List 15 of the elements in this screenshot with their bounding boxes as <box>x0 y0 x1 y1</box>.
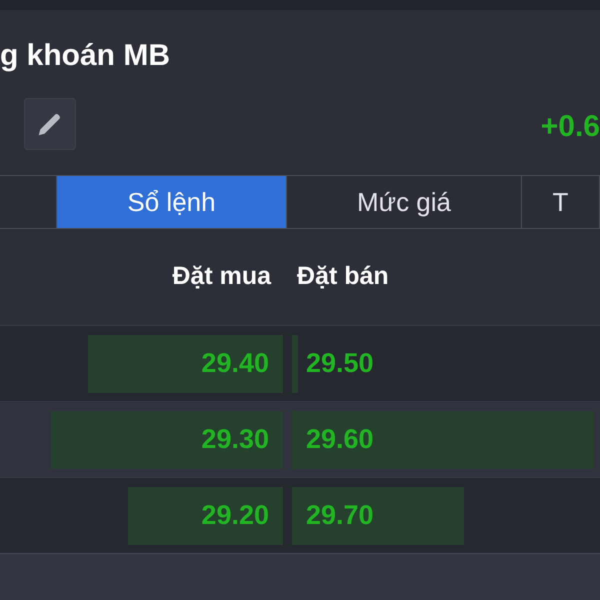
bid-price: 29.30 <box>201 423 269 456</box>
tab[interactable]: Sổ lệnh <box>57 176 287 228</box>
ask-price: 29.60 <box>306 423 374 456</box>
price-change: +0.6 <box>540 109 600 145</box>
ask-depth-bar <box>292 334 298 392</box>
bid-price: 29.20 <box>201 499 269 532</box>
tab[interactable]: T <box>522 176 600 228</box>
page-title: g khoán MB <box>0 38 170 74</box>
ask-price: 29.50 <box>306 347 374 380</box>
ask-price: 29.70 <box>306 499 374 532</box>
bid-price: 29.40 <box>201 347 269 380</box>
edit-button[interactable] <box>24 98 76 150</box>
column-header: Đặt mua <box>172 261 271 292</box>
tab[interactable]: Mức giá <box>287 176 522 228</box>
column-header: Đặt bán <box>297 262 389 290</box>
